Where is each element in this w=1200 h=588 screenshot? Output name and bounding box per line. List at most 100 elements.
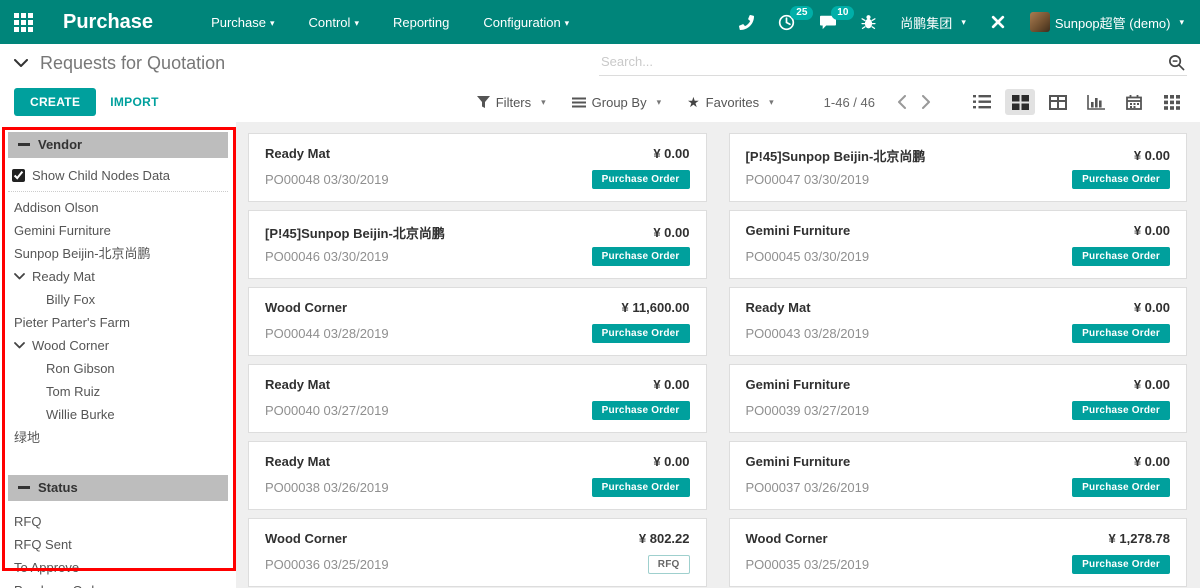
group-by-menu[interactable]: Group By▾ (572, 95, 661, 110)
nav-menu-item[interactable]: Purchase▾ (211, 15, 274, 30)
show-child-nodes-checkbox[interactable] (12, 169, 25, 182)
kanban-card[interactable]: Wood Corner ¥ 11,600.00 PO00044 03/28/20… (248, 287, 707, 356)
kanban-card[interactable]: Ready Mat ¥ 0.00 PO00048 03/30/2019 Purc… (248, 133, 707, 202)
card-vendor-name: Wood Corner (746, 531, 828, 546)
list-view-icon[interactable] (967, 89, 997, 115)
caret-down-icon: ▾ (961, 17, 966, 28)
kanban-card[interactable]: Wood Corner ¥ 1,278.78 PO00035 03/25/201… (729, 518, 1188, 587)
dashboard-view-icon[interactable] (1157, 89, 1187, 115)
status-badge: RFQ (648, 555, 690, 574)
status-filter-item[interactable]: RFQ (8, 510, 228, 533)
vendor-filter-item[interactable]: Billy Fox (8, 288, 228, 311)
card-amount: ¥ 0.00 (1134, 454, 1170, 469)
status-badge: Purchase Order (1072, 401, 1170, 420)
card-reference: PO00036 03/25/2019 (265, 557, 389, 572)
card-reference: PO00045 03/30/2019 (746, 249, 870, 264)
main-menus: Purchase▾ Control▾ Reporting▾ Configurat… (211, 15, 569, 30)
kanban-card[interactable]: [P!45]Sunpop Beijin-北京尚鹏 ¥ 0.00 PO00047 … (729, 133, 1188, 202)
card-vendor-name: [P!45]Sunpop Beijin-北京尚鹏 (746, 146, 926, 165)
create-button[interactable]: CREATE (14, 88, 96, 116)
vendor-filter-item[interactable]: Pieter Parter's Farm (8, 311, 228, 334)
kanban-card[interactable]: Wood Corner ¥ 802.22 PO00036 03/25/2019 … (248, 518, 707, 587)
kanban-card[interactable]: Gemini Furniture ¥ 0.00 PO00039 03/27/20… (729, 364, 1188, 433)
status-badge: Purchase Order (1072, 324, 1170, 343)
card-amount: ¥ 0.00 (653, 225, 689, 240)
chevron-down-icon[interactable] (14, 342, 25, 349)
vendor-filter-item[interactable]: 绿地 (8, 426, 228, 449)
app-title[interactable]: Purchase (63, 11, 153, 34)
status-badge: Purchase Order (1072, 170, 1170, 189)
vendor-filter-item[interactable]: Ready Mat (8, 265, 228, 288)
show-child-nodes-row[interactable]: Show Child Nodes Data (8, 158, 228, 192)
import-button[interactable]: IMPORT (110, 95, 158, 109)
pivot-view-icon[interactable] (1043, 89, 1073, 115)
caret-down-icon: ▾ (565, 18, 570, 28)
activities-clock-icon[interactable]: 25 (778, 14, 795, 31)
kanban-card[interactable]: Gemini Furniture ¥ 0.00 PO00045 03/30/20… (729, 210, 1188, 279)
user-menu[interactable]: Sunpop超管 (demo) ▾ (1030, 12, 1184, 32)
company-switcher[interactable]: 尚鹏集团▾ (900, 13, 966, 32)
pager-previous-icon[interactable] (889, 95, 914, 109)
card-amount: ¥ 11,600.00 (622, 300, 690, 315)
card-reference: PO00035 03/25/2019 (746, 557, 870, 572)
kanban-view-icon[interactable] (1005, 89, 1035, 115)
status-section-header[interactable]: Status (8, 475, 228, 501)
card-vendor-name: Ready Mat (265, 377, 330, 392)
messages-badge: 10 (831, 6, 854, 20)
top-navbar: Purchase Purchase▾ Control▾ Reporting▾ C… (0, 0, 1200, 44)
status-filter-item[interactable]: To Approve (8, 556, 228, 579)
card-amount: ¥ 1,278.78 (1109, 531, 1170, 546)
phone-icon[interactable] (739, 15, 754, 30)
pager: 1-46 / 46 (824, 95, 875, 110)
favorites-menu[interactable]: ★ Favorites▾ (687, 94, 774, 111)
status-filter-item[interactable]: Purchase Order (8, 579, 228, 588)
tools-icon[interactable] (990, 14, 1006, 30)
vendor-filter-list: Addison Olson Gemini Furniture Sunpop Be… (8, 196, 228, 449)
vendor-filter-item[interactable]: Addison Olson (8, 196, 228, 219)
nav-menu-item[interactable]: Configuration▾ (483, 15, 569, 30)
status-filter-item[interactable]: RFQ Sent (8, 533, 228, 556)
card-amount: ¥ 0.00 (653, 454, 689, 469)
pager-next-icon[interactable] (914, 95, 939, 109)
card-vendor-name: Gemini Furniture (746, 223, 851, 238)
card-vendor-name: [P!45]Sunpop Beijin-北京尚鹏 (265, 223, 445, 242)
user-name: Sunpop超管 (demo) (1055, 13, 1171, 32)
collapse-icon (18, 486, 30, 489)
filter-sidebar: Vendor Show Child Nodes Data Addison Ols… (0, 122, 236, 588)
card-vendor-name: Wood Corner (265, 300, 347, 315)
search-icon[interactable] (1168, 54, 1185, 71)
apps-menu-icon[interactable] (14, 13, 33, 32)
nav-menu-item[interactable]: Reporting▾ (393, 15, 449, 30)
card-reference: PO00044 03/28/2019 (265, 326, 389, 341)
card-vendor-name: Gemini Furniture (746, 377, 851, 392)
view-switcher (967, 89, 1187, 115)
kanban-card[interactable]: Ready Mat ¥ 0.00 PO00040 03/27/2019 Purc… (248, 364, 707, 433)
nav-menu-item[interactable]: Control▾ (309, 15, 359, 30)
vendor-filter-item[interactable]: Tom Ruiz (8, 380, 228, 403)
vendor-section-header[interactable]: Vendor (8, 132, 228, 158)
calendar-view-icon[interactable] (1119, 89, 1149, 115)
kanban-card[interactable]: Gemini Furniture ¥ 0.00 PO00037 03/26/20… (729, 441, 1188, 510)
kanban-card[interactable]: [P!45]Sunpop Beijin-北京尚鹏 ¥ 0.00 PO00046 … (248, 210, 707, 279)
graph-view-icon[interactable] (1081, 89, 1111, 115)
vendor-filter-item[interactable]: Sunpop Beijin-北京尚鹏 (8, 242, 228, 265)
filter-funnel-icon (477, 96, 490, 108)
debug-bug-icon[interactable] (861, 14, 876, 30)
messages-icon[interactable]: 10 (819, 14, 837, 30)
vendor-filter-item[interactable]: Ron Gibson (8, 357, 228, 380)
chevron-down-icon[interactable] (14, 273, 25, 280)
card-vendor-name: Gemini Furniture (746, 454, 851, 469)
card-vendor-name: Ready Mat (265, 146, 330, 161)
search-input[interactable] (599, 50, 1187, 76)
filters-menu[interactable]: Filters▾ (477, 95, 546, 110)
search-box (599, 50, 1187, 76)
vendor-filter-item[interactable]: Willie Burke (8, 403, 228, 426)
breadcrumb-chevron-icon[interactable] (14, 59, 28, 68)
vendor-filter-item[interactable]: Wood Corner (8, 334, 228, 357)
status-badge: Purchase Order (1072, 555, 1170, 574)
kanban-card[interactable]: Ready Mat ¥ 0.00 PO00038 03/26/2019 Purc… (248, 441, 707, 510)
vendor-filter-item[interactable]: Gemini Furniture (8, 219, 228, 242)
kanban-view: Ready Mat ¥ 0.00 PO00048 03/30/2019 Purc… (248, 133, 1187, 588)
kanban-card[interactable]: Ready Mat ¥ 0.00 PO00043 03/28/2019 Purc… (729, 287, 1188, 356)
control-panel: CREATE IMPORT Filters▾ Group By▾ ★ Favor… (0, 82, 1200, 122)
